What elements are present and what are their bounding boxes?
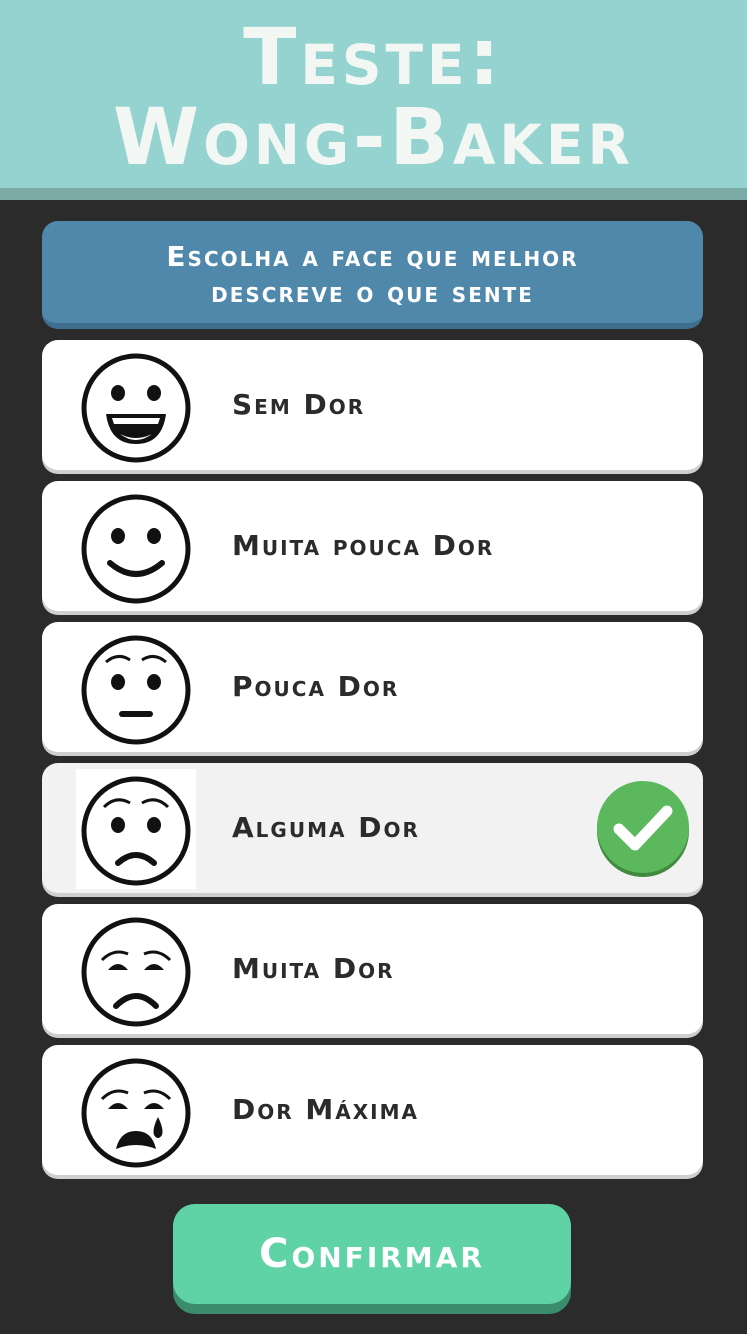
option-label: Sem Dor (232, 388, 366, 421)
page-title-line1: Teste: (243, 13, 504, 103)
option-dor-maxima[interactable]: Dor Máxima (42, 1045, 703, 1175)
face-hurts-whole-lot-icon (81, 917, 191, 1027)
face-no-hurt-icon (81, 353, 191, 463)
option-label: Alguma Dor (232, 811, 420, 844)
option-label: Dor Máxima (232, 1093, 419, 1126)
option-muita-dor[interactable]: Muita Dor (42, 904, 703, 1034)
face-hurts-little-bit-icon (81, 494, 191, 604)
face-hurts-even-more-icon (81, 776, 191, 886)
instruction-banner: Escolha a face que melhor descreve o que… (42, 221, 703, 329)
option-label: Muita Dor (232, 952, 395, 985)
option-pouca-dor[interactable]: Pouca Dor (42, 622, 703, 752)
face-hurts-little-more-icon (81, 635, 191, 745)
option-alguma-dor[interactable]: Alguma Dor (42, 763, 703, 893)
option-label: Pouca Dor (232, 670, 400, 703)
option-label: Muita pouca Dor (232, 529, 495, 562)
face-hurts-worst-icon (81, 1058, 191, 1168)
option-sem-dor[interactable]: Sem Dor (42, 340, 703, 470)
app-header: Teste: Wong-Baker (0, 0, 747, 200)
instruction-line1: Escolha a face que melhor (166, 240, 579, 273)
confirm-button[interactable]: Confirmar (173, 1204, 571, 1304)
option-muita-pouca-dor[interactable]: Muita pouca Dor (42, 481, 703, 611)
check-icon (597, 781, 689, 877)
instruction-line2: descreve o que sente (211, 276, 534, 309)
page-title-line2: Wong-Baker (113, 93, 634, 183)
